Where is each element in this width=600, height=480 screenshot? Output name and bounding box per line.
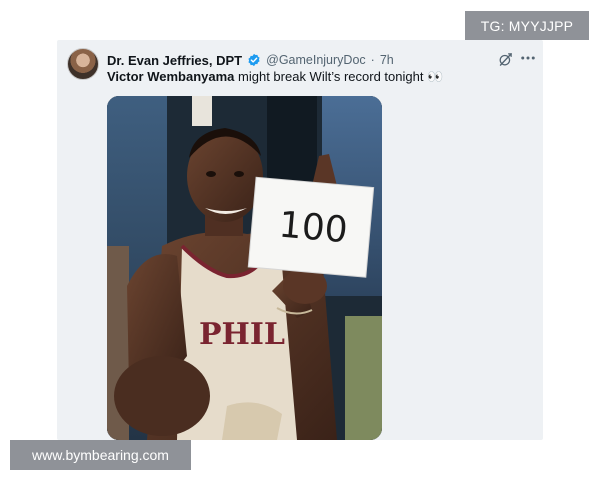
tweet-text: Victor Wembanyama might break Wilt’s rec… xyxy=(107,69,523,85)
tweet-text-rest: might break Wilt’s record tonight 👀 xyxy=(234,69,444,84)
tweet-header: Dr. Evan Jeffries, DPT @GameInjuryDoc · … xyxy=(107,51,499,69)
avatar[interactable] xyxy=(67,48,99,80)
tweet-text-strong[interactable]: Victor Wembanyama xyxy=(107,69,234,84)
more-icon[interactable] xyxy=(519,50,537,66)
photo-illustration: PHIL 100 xyxy=(107,96,382,440)
watermark-top-right: TG: MYYJJPP xyxy=(465,11,589,40)
author-name[interactable]: Dr. Evan Jeffries, DPT xyxy=(107,53,242,68)
verified-badge-icon xyxy=(248,53,260,67)
watermark-bottom-left: www.bymbearing.com xyxy=(10,440,191,470)
tweet-card[interactable]: Dr. Evan Jeffries, DPT @GameInjuryDoc · … xyxy=(57,40,543,440)
author-handle[interactable]: @GameInjuryDoc xyxy=(266,53,366,67)
tweet-photo[interactable]: PHIL 100 xyxy=(107,96,382,440)
sign-text: 100 xyxy=(277,205,349,252)
separator-dot: · xyxy=(370,53,375,67)
grok-icon[interactable] xyxy=(498,52,513,67)
jersey-text: PHIL xyxy=(199,317,285,352)
timestamp[interactable]: 7h xyxy=(380,53,394,67)
